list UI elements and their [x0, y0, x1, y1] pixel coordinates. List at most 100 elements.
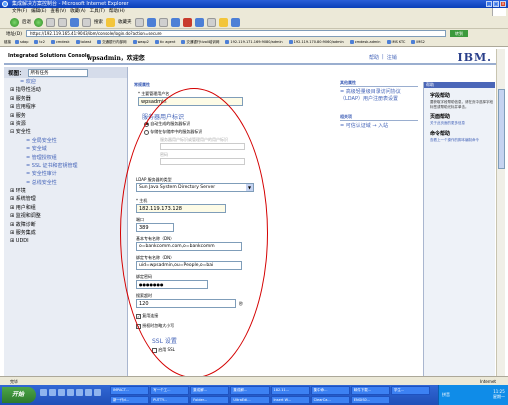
nav-item[interactable]: ⊞ 应用程序 — [4, 103, 127, 111]
taskbar-task[interactable]: 新一代d... — [110, 395, 150, 404]
nav-item[interactable]: = 欢迎 — [4, 78, 127, 86]
stored-identity-field[interactable] — [160, 143, 245, 150]
taskbar-task[interactable]: Insert W... — [270, 395, 310, 404]
link-item[interactable]: 192.119.171.169:9080/admin — [223, 40, 284, 44]
tool-icon-3[interactable] — [218, 17, 228, 27]
quick-launch-icon[interactable] — [67, 389, 74, 396]
nav-item[interactable]: = SSL 证书和密钥管理 — [4, 162, 127, 170]
refresh-icon[interactable] — [58, 17, 67, 27]
view-select[interactable]: 所有任务 — [27, 68, 88, 77]
link-item[interactable]: tic agent — [153, 40, 178, 44]
taskbar-task[interactable]: 邮件下载... — [350, 386, 390, 395]
scrollbar-thumb[interactable] — [498, 89, 505, 169]
nav-item[interactable]: ⊞ UDDI — [4, 237, 127, 245]
search-icon[interactable] — [82, 17, 91, 27]
quick-launch-icon[interactable] — [40, 389, 47, 396]
link-item[interactable]: cmdesk — [49, 40, 72, 44]
favorites-button-label[interactable]: 收藏夹 — [118, 19, 132, 25]
trusted-realm-link[interactable]: = 可信认证域 → 入站 — [340, 123, 418, 130]
link-item[interactable]: sdap — [13, 40, 30, 44]
favorites-star-icon[interactable] — [106, 17, 115, 27]
taskbar-task[interactable]: 学生... — [390, 386, 430, 395]
menu-tools[interactable]: 工具(T) — [90, 8, 105, 16]
vertical-scrollbar[interactable] — [496, 49, 505, 376]
nav-item[interactable]: = 管理授权组 — [4, 154, 127, 162]
nav-item[interactable]: ⊟ 安全性 — [4, 128, 127, 136]
taskbar-task[interactable]: 写一个工... — [150, 386, 190, 395]
home-icon[interactable] — [70, 17, 79, 27]
ldap-advanced-link[interactable]: = 高级轻量级目录访问协议（LDAP）用户注册表设置 — [340, 89, 418, 102]
quick-launch-icon[interactable] — [76, 389, 83, 396]
help-link[interactable]: 帮助 — [369, 54, 379, 61]
link-item[interactable]: IMS KTC — [385, 40, 408, 44]
address-input[interactable]: https://192.119.165.41:9043/ibm/console/… — [25, 30, 446, 37]
ignore-case-checkbox[interactable]: ✓ — [136, 323, 141, 329]
go-button[interactable]: 转到 — [449, 30, 468, 37]
link-item[interactable]: tc2 — [32, 40, 47, 44]
taskbar-task[interactable]: 集中命... — [310, 386, 350, 395]
nav-item[interactable]: ⊞ 用户和组 — [4, 204, 127, 212]
nav-item[interactable]: = 安全性审计 — [4, 170, 127, 178]
print-icon[interactable] — [158, 17, 168, 27]
taskbar-task[interactable]: UltraEdi... — [230, 395, 270, 404]
nav-item[interactable]: = 全局安全性 — [4, 137, 127, 145]
command-help-link[interactable]: 查看上一个操作的脚本编制命令 — [430, 138, 495, 143]
taskbar-task[interactable]: Folder... — [190, 395, 230, 404]
nav-item[interactable]: ⊞ 指导性活动 — [4, 86, 127, 94]
forward-arrow-icon[interactable] — [34, 17, 43, 27]
nav-item[interactable]: ⊞ 监视和调整 — [4, 212, 127, 220]
link-item[interactable]: IMS2 — [409, 40, 427, 44]
link-item[interactable]: 交通银行tivoli培训网 — [179, 40, 221, 45]
taskbar-task[interactable]: IMPACT... — [110, 386, 150, 395]
search-button-label[interactable]: 搜索 — [94, 19, 103, 25]
radio-stored-row[interactable]: 存储在存储库中的服务器标识 — [144, 129, 202, 135]
messenger-icon[interactable] — [182, 17, 192, 27]
tool-icon-4[interactable] — [230, 17, 240, 27]
minimize-button[interactable]: _ — [486, 1, 492, 7]
mail-icon[interactable] — [146, 17, 156, 27]
stop-icon[interactable] — [46, 17, 55, 27]
tool-icon-1[interactable] — [194, 17, 204, 27]
admin-user-field[interactable]: wpsadmin — [138, 97, 243, 106]
radio-stored-identity[interactable] — [144, 129, 149, 135]
link-item[interactable]: 192.119.170.80:9060/admin — [287, 40, 346, 44]
bind-dn-field[interactable]: uid=wpsadmin,ou=People,o=bai — [136, 261, 242, 270]
maximize-button[interactable]: □ — [493, 1, 499, 7]
menu-edit[interactable]: 编辑(E) — [31, 8, 46, 16]
quick-launch-icon[interactable] — [85, 389, 92, 396]
base-dn-field[interactable]: o=bankcomm.com,o=bankcomm — [136, 242, 242, 251]
reuse-connection-row[interactable]: ✓ 复用连接 — [136, 313, 158, 319]
nav-item[interactable]: ⊞ 系统管理 — [4, 195, 127, 203]
ime-indicator[interactable]: 拼音 — [442, 392, 450, 398]
link-item[interactable]: cmdesk-admin — [348, 40, 383, 44]
back-button-label[interactable]: 后退 — [22, 19, 31, 25]
link-item[interactable]: wasp2 — [131, 40, 151, 44]
search-timeout-field[interactable]: 120 — [136, 299, 236, 308]
nav-item[interactable]: = 安全域 — [4, 145, 127, 153]
logout-link[interactable]: 注销 — [387, 54, 397, 61]
chevron-down-icon[interactable]: ▼ — [246, 184, 253, 191]
stored-password-field[interactable] — [160, 158, 245, 165]
quick-launch-icon[interactable] — [94, 389, 101, 396]
window-titlebar[interactable]: 集成解决方案控制台 - Microsoft Internet Explorer … — [0, 0, 508, 8]
nav-item[interactable]: ⊞ 服务集成 — [4, 229, 127, 237]
bind-password-field[interactable]: ●●●●●●● — [136, 280, 208, 289]
nav-item[interactable]: ⊞ 服务 — [4, 112, 127, 120]
ignore-case-row[interactable]: ✓ 授权时忽略大小写 — [136, 323, 174, 329]
nav-item[interactable]: ⊞ 资源 — [4, 120, 127, 128]
link-item[interactable]: tolwst — [74, 40, 94, 44]
menu-help[interactable]: 帮助(H) — [109, 8, 125, 16]
radio-auto-generated[interactable] — [144, 121, 149, 127]
taskbar-task[interactable]: 集成解... — [230, 386, 270, 395]
taskbar-task[interactable]: ClearCa... — [310, 395, 350, 404]
quick-launch-icon[interactable] — [49, 389, 56, 396]
back-arrow-icon[interactable] — [10, 17, 19, 27]
reuse-connection-checkbox[interactable]: ✓ — [136, 313, 141, 319]
radio-auto-row[interactable]: 自动生成的服务器标识 — [144, 121, 190, 127]
taskbar-task[interactable]: 集成解... — [190, 386, 230, 395]
nav-item[interactable]: ⊞ 服务器 — [4, 95, 127, 103]
menu-file[interactable]: 文件(F) — [12, 8, 27, 16]
edit-icon[interactable] — [170, 17, 180, 27]
quick-launch-icon[interactable] — [58, 389, 65, 396]
history-icon[interactable] — [134, 17, 144, 27]
